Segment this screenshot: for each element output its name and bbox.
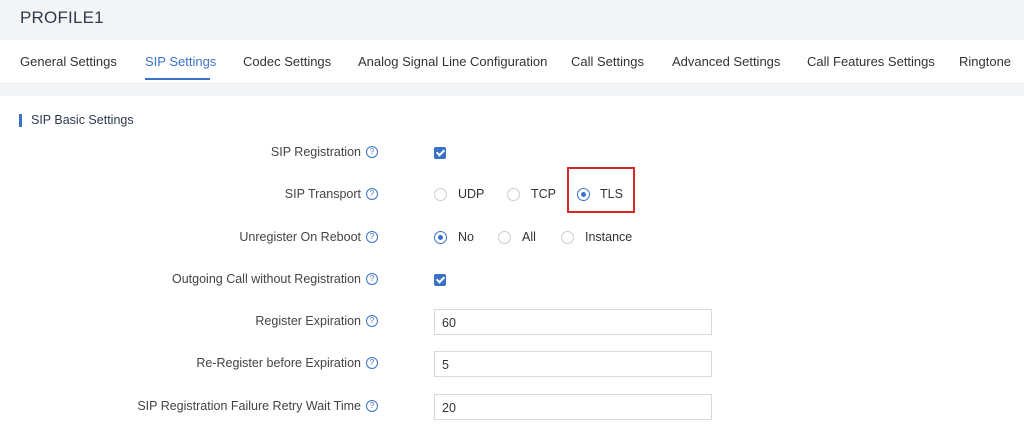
sip-transport-udp-radio[interactable] bbox=[434, 188, 447, 201]
section-title: SIP Basic Settings bbox=[31, 113, 134, 127]
outgoing-call-label: Outgoing Call without Registration? bbox=[0, 272, 378, 286]
tab-advanced-settings[interactable]: Advanced Settings bbox=[672, 54, 780, 69]
sip-transport-tcp-label: TCP bbox=[531, 187, 556, 201]
tab-codec-settings[interactable]: Codec Settings bbox=[243, 54, 331, 69]
reregister-label: Re-Register before Expiration? bbox=[0, 356, 378, 370]
tab-call-features-settings[interactable]: Call Features Settings bbox=[807, 54, 935, 69]
unregister-instance-label: Instance bbox=[585, 230, 633, 244]
sip-transport-tcp-radio[interactable] bbox=[507, 188, 520, 201]
unregister-all-radio[interactable] bbox=[498, 231, 511, 244]
help-icon[interactable]: ? bbox=[366, 187, 378, 200]
reregister-input[interactable]: 5 bbox=[434, 351, 712, 377]
register-expiration-input[interactable]: 60 bbox=[434, 309, 712, 335]
help-icon[interactable]: ? bbox=[366, 314, 378, 327]
page-title: PROFILE1 bbox=[20, 8, 104, 27]
sip-transport-label: SIP Transport? bbox=[0, 187, 378, 201]
outgoing-call-row: Outgoing Call without Registration? bbox=[0, 270, 1024, 290]
tab-bar: General Settings SIP Settings Codec Sett… bbox=[0, 40, 1024, 84]
section-marker bbox=[19, 114, 22, 127]
unregister-all-label: All bbox=[522, 230, 536, 244]
help-icon[interactable]: ? bbox=[366, 272, 378, 285]
sip-registration-row: SIP Registration? bbox=[0, 143, 1024, 163]
unregister-no-radio[interactable] bbox=[434, 231, 447, 244]
tab-analog-signal-line-configuration[interactable]: Analog Signal Line Configuration bbox=[358, 54, 547, 69]
tab-ringtone[interactable]: Ringtone bbox=[959, 54, 1011, 69]
help-icon[interactable]: ? bbox=[366, 230, 378, 243]
help-icon[interactable]: ? bbox=[366, 399, 378, 412]
sip-registration-checkbox[interactable] bbox=[434, 147, 446, 159]
tab-sip-settings[interactable]: SIP Settings bbox=[145, 54, 216, 69]
unregister-no-label: No bbox=[458, 230, 474, 244]
sip-transport-udp-label: UDP bbox=[458, 187, 485, 201]
sip-registration-label: SIP Registration? bbox=[0, 145, 378, 159]
unregister-on-reboot-row: Unregister On Reboot? No All Instance bbox=[0, 228, 1024, 248]
tab-general-settings[interactable]: General Settings bbox=[20, 54, 117, 69]
unregister-instance-radio[interactable] bbox=[561, 231, 574, 244]
failure-retry-label: SIP Registration Failure Retry Wait Time… bbox=[0, 399, 378, 413]
sip-transport-row: SIP Transport? UDP TCP TLS bbox=[0, 185, 1024, 205]
outgoing-call-checkbox[interactable] bbox=[434, 274, 446, 286]
help-icon[interactable]: ? bbox=[366, 145, 378, 158]
active-tab-indicator bbox=[145, 78, 210, 80]
page-header: PROFILE1 bbox=[0, 0, 1024, 40]
register-expiration-label: Register Expiration? bbox=[0, 314, 378, 328]
help-icon[interactable]: ? bbox=[366, 356, 378, 369]
tab-call-settings[interactable]: Call Settings bbox=[571, 54, 644, 69]
tls-highlight-box bbox=[567, 167, 635, 213]
unregister-on-reboot-label: Unregister On Reboot? bbox=[0, 230, 378, 244]
failure-retry-input[interactable]: 20 bbox=[434, 394, 712, 420]
